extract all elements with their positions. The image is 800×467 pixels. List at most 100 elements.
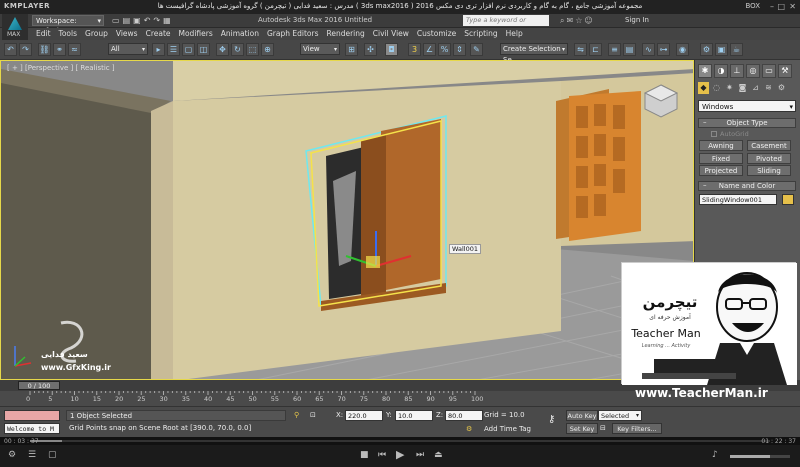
menu-create[interactable]: Create <box>146 29 179 38</box>
menu-group[interactable]: Group <box>85 29 116 38</box>
rendered-frame-window-icon[interactable]: ▣ <box>715 43 728 56</box>
projected-button[interactable]: Projected <box>699 165 743 176</box>
player-box-label[interactable]: BOX <box>745 2 760 10</box>
next-icon[interactable]: ⏭ <box>416 450 424 460</box>
space-warps-icon[interactable]: ≋ <box>763 82 774 94</box>
named-selection-sets-dropdown[interactable]: Create Selection Se <box>500 43 568 64</box>
y-coordinate-field[interactable]: 10.0 <box>395 410 433 421</box>
menu-modifiers[interactable]: Modifiers <box>179 29 221 38</box>
geometry-icon[interactable]: ◆ <box>698 82 709 94</box>
key-mode-dropdown[interactable]: Selected <box>598 410 642 421</box>
isolate-icon[interactable]: ⚙ <box>466 425 472 433</box>
awning-button[interactable]: Awning <box>699 140 743 151</box>
helpers-icon[interactable]: ⊿ <box>750 82 761 94</box>
fixed-button[interactable]: Fixed <box>699 153 743 164</box>
keyboard-shortcut-icon[interactable]: ◘ <box>385 43 398 56</box>
pivoted-button[interactable]: Pivoted <box>747 153 791 164</box>
rectangular-selection-icon[interactable]: ▢ <box>182 43 195 56</box>
schematic-view-icon[interactable]: ⊶ <box>657 43 670 56</box>
rotate-icon[interactable]: ↻ <box>231 43 244 56</box>
edit-named-selection-icon[interactable]: ✎ <box>470 43 483 56</box>
minimize-icon[interactable]: – <box>770 2 774 11</box>
object-type-rollout[interactable]: Object Type <box>698 118 796 128</box>
cameras-icon[interactable]: ◙ <box>737 82 748 94</box>
undo-icon[interactable]: ↶ <box>4 43 17 56</box>
new-icon[interactable]: ▭ <box>112 16 123 25</box>
material-editor-icon[interactable]: ◉ <box>676 43 689 56</box>
menu-graph-editors[interactable]: Graph Editors <box>267 29 327 38</box>
user-icon[interactable]: ☺ <box>584 16 594 25</box>
menu-help[interactable]: Help <box>506 29 531 38</box>
maxscript-mini-listener[interactable]: Welcome to M <box>4 423 60 434</box>
maximize-icon[interactable]: □ <box>777 2 785 11</box>
playlist-icon[interactable]: ☰ <box>28 450 36 460</box>
stop-icon[interactable]: ■ <box>360 450 369 460</box>
volume-slider[interactable] <box>730 455 790 458</box>
workspace-dropdown[interactable]: Workspace: Default <box>32 15 104 35</box>
link-icon[interactable]: ⛓ <box>38 43 51 56</box>
object-name-field[interactable]: SlidingWindow001 <box>699 194 777 205</box>
max-application-button[interactable]: MAX <box>2 14 28 40</box>
perspective-viewport[interactable]: [ + ] [Perspective ] [ Realistic ] Wall0… <box>0 60 694 380</box>
set-keys-icon[interactable]: ⊟ <box>600 424 606 432</box>
search-input[interactable]: Type a keyword or phrase <box>463 15 549 35</box>
player-seek-bar[interactable] <box>0 437 800 445</box>
communication-icon[interactable]: ✉ <box>566 16 575 25</box>
menu-scripting[interactable]: Scripting <box>464 29 505 38</box>
angle-snap-icon[interactable]: ∠ <box>423 43 436 56</box>
unlink-icon[interactable]: ⚭ <box>53 43 66 56</box>
quick-access-toolbar[interactable]: ▭▤▣↶↷▦ <box>112 16 174 25</box>
percent-snap-icon[interactable]: % <box>438 43 451 56</box>
curve-editor-icon[interactable]: ∿ <box>642 43 655 56</box>
close-icon[interactable]: ✕ <box>789 2 796 11</box>
redo-icon[interactable]: ↷ <box>19 43 32 56</box>
menu-tools[interactable]: Tools <box>59 29 85 38</box>
lock-selection-icon[interactable]: ⚲ <box>294 411 299 419</box>
menu-views[interactable]: Views <box>116 29 146 38</box>
casement-button[interactable]: Casement <box>747 140 791 151</box>
bind-spacewarp-icon[interactable]: ≈ <box>68 43 81 56</box>
key-icon[interactable]: ⚷ <box>548 414 555 425</box>
set-key-button[interactable]: Set Key <box>566 423 598 434</box>
object-category-dropdown[interactable]: Windows <box>698 100 796 113</box>
play-icon[interactable]: ▶ <box>396 448 404 461</box>
menu-animation[interactable]: Animation <box>221 29 267 38</box>
z-coordinate-field[interactable]: 80.0 <box>445 410 483 421</box>
key-filters-button[interactable]: Key Filters... <box>612 423 662 434</box>
time-slider-thumb[interactable]: 0 / 100 <box>18 381 60 390</box>
settings-icon[interactable]: ⚙ <box>8 450 16 460</box>
absolute-mode-icon[interactable]: ⊡ <box>310 411 316 419</box>
redo-icon[interactable]: ↷ <box>153 16 163 25</box>
eject-icon[interactable]: ⏏ <box>434 450 443 460</box>
x-coordinate-field[interactable]: 220.0 <box>345 410 383 421</box>
select-manipulate-icon[interactable]: ✣ <box>364 43 377 56</box>
render-setup-icon[interactable]: ⚙ <box>700 43 713 56</box>
display-tab-icon[interactable]: ▭ <box>762 64 776 78</box>
select-object-icon[interactable]: ▸ <box>152 43 165 56</box>
shapes-icon[interactable]: ◌ <box>711 82 722 94</box>
pivot-center-icon[interactable]: ⊞ <box>345 43 358 56</box>
previous-icon[interactable]: ⏮ <box>378 450 386 460</box>
modify-tab-icon[interactable]: ◑ <box>714 64 728 78</box>
viewcube-icon[interactable] <box>641 81 681 121</box>
add-time-tag[interactable]: Add Time Tag <box>484 425 531 433</box>
selection-filter-dropdown[interactable]: All <box>108 43 148 55</box>
create-tab-icon[interactable]: ✱ <box>698 64 712 78</box>
align-icon[interactable]: ⊏ <box>589 43 602 56</box>
spinner-snap-icon[interactable]: ⇕ <box>453 43 466 56</box>
object-color-swatch[interactable] <box>782 194 794 205</box>
graphite-ribbon-icon[interactable]: ▤ <box>623 43 636 56</box>
hierarchy-tab-icon[interactable]: ⊥ <box>730 64 744 78</box>
auto-key-button[interactable]: Auto Key <box>566 410 598 421</box>
scene-render[interactable] <box>1 61 694 380</box>
lights-icon[interactable]: ✷ <box>724 82 735 94</box>
viewport-label-menu[interactable]: [ + ] [Perspective ] [ Realistic ] <box>7 64 115 72</box>
3d-icon[interactable]: ▢ <box>48 450 57 460</box>
maxscript-listener[interactable] <box>4 410 60 421</box>
mirror-icon[interactable]: ⇋ <box>574 43 587 56</box>
autogrid-checkbox[interactable]: AutoGrid <box>711 130 749 138</box>
project-icon[interactable]: ▦ <box>163 16 174 25</box>
name-and-color-rollout[interactable]: Name and Color <box>698 181 796 191</box>
undo-icon[interactable]: ↶ <box>144 16 154 25</box>
menu-edit[interactable]: Edit <box>36 29 59 38</box>
